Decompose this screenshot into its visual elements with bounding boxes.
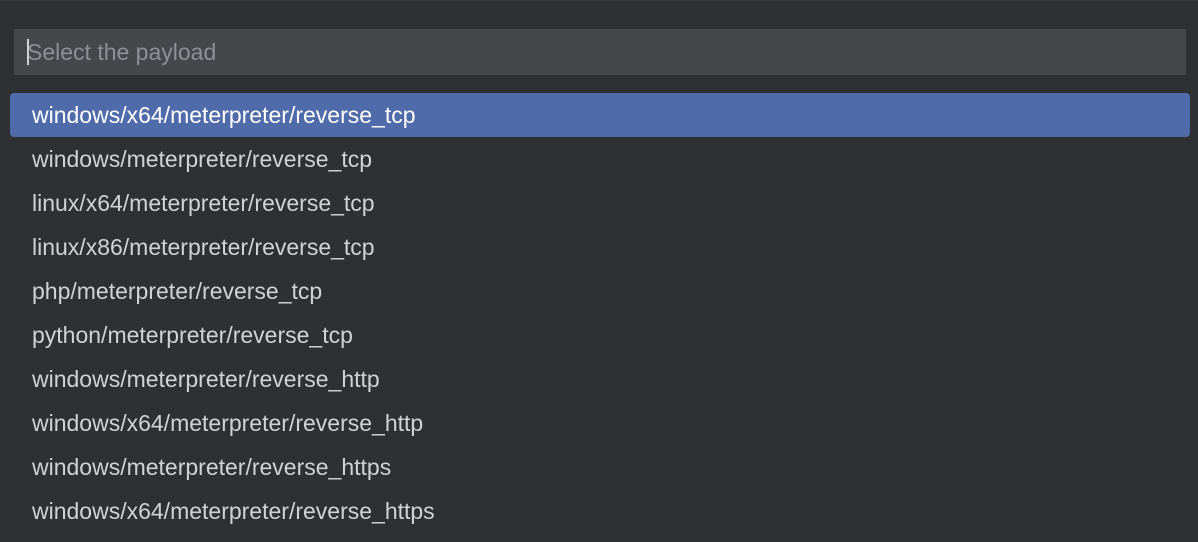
search-field-container[interactable] bbox=[14, 29, 1186, 75]
payload-picker: windows/x64/meterpreter/reverse_tcp wind… bbox=[0, 0, 1198, 542]
payload-list-item[interactable]: windows/x64/meterpreter/reverse_https bbox=[10, 489, 1190, 533]
payload-search-input[interactable] bbox=[14, 29, 1186, 75]
payload-list: windows/x64/meterpreter/reverse_tcp wind… bbox=[10, 93, 1190, 533]
payload-list-item[interactable]: windows/meterpreter/reverse_https bbox=[10, 445, 1190, 489]
payload-list-item[interactable]: windows/x64/meterpreter/reverse_http bbox=[10, 401, 1190, 445]
payload-list-item[interactable]: windows/meterpreter/reverse_http bbox=[10, 357, 1190, 401]
payload-list-item[interactable]: linux/x64/meterpreter/reverse_tcp bbox=[10, 181, 1190, 225]
payload-list-item[interactable]: windows/x64/meterpreter/reverse_tcp bbox=[10, 93, 1190, 137]
payload-list-item[interactable]: python/meterpreter/reverse_tcp bbox=[10, 313, 1190, 357]
payload-list-item[interactable]: linux/x86/meterpreter/reverse_tcp bbox=[10, 225, 1190, 269]
payload-list-item[interactable]: windows/meterpreter/reverse_tcp bbox=[10, 137, 1190, 181]
payload-list-item[interactable]: php/meterpreter/reverse_tcp bbox=[10, 269, 1190, 313]
